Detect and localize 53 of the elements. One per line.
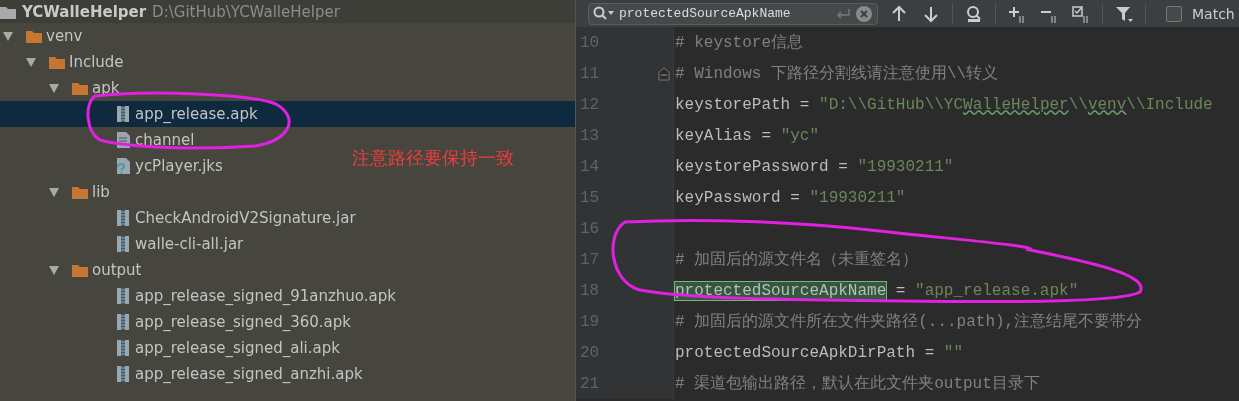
- enter-icon: [835, 6, 851, 21]
- folder-icon: [72, 262, 88, 278]
- tree-item[interactable]: app_release_signed_ali.apk: [0, 335, 340, 361]
- archive-file-icon: [115, 340, 131, 356]
- tree-item[interactable]: apk: [0, 75, 120, 101]
- archive-file-icon: [115, 366, 131, 382]
- folder-icon: [26, 28, 42, 44]
- project-name: YCWalleHelper: [22, 2, 147, 21]
- code-line: keyPassword = "19930211": [674, 188, 906, 207]
- code-line: # 渠道包输出路径，默认在此文件夹output目录下: [674, 373, 1040, 394]
- expanded-arrow-icon: [25, 56, 37, 68]
- tree-item[interactable]: lib: [0, 179, 110, 205]
- tree-item[interactable]: channel: [0, 127, 195, 153]
- search-input[interactable]: protectedSourceApkName: [619, 6, 831, 21]
- tree-item[interactable]: output: [0, 257, 142, 283]
- folder-icon: [49, 54, 65, 70]
- archive-file-icon: [115, 106, 131, 122]
- tree-item[interactable]: ycPlayer.jks: [0, 153, 223, 179]
- clear-icon: [855, 4, 873, 23]
- expanded-arrow-icon: [48, 82, 60, 94]
- code-line: protectedSourceApkName = "app_release.apk": [674, 281, 1079, 300]
- tree-item[interactable]: app_release_signed_360.apk: [0, 309, 351, 335]
- tree-item[interactable]: walle-cli-all.jar: [0, 231, 244, 257]
- expanded-arrow-icon: [48, 186, 60, 198]
- expanded-arrow-icon: [48, 264, 60, 276]
- expanded-arrow-icon: [2, 30, 14, 42]
- folder-icon: [72, 184, 88, 200]
- unknown-file-icon: [115, 158, 131, 174]
- code-line: keystorePath = "D:\\GitHub\\YCWalleHelper\\venv\\Include: [674, 95, 1213, 114]
- checkbox-label[interactable]: Match: [1192, 5, 1235, 22]
- tree-item[interactable]: app_release_signed_anzhi.apk: [0, 361, 363, 387]
- archive-file-icon: [115, 210, 131, 226]
- tree-item[interactable]: app_release.apk: [0, 101, 575, 127]
- archive-file-icon: [115, 236, 131, 252]
- tree-item[interactable]: venv: [0, 23, 83, 49]
- project-path: D:\GitHub\YCWalleHelper: [152, 2, 340, 21]
- tree-item[interactable]: CheckAndroidV2Signature.jar: [0, 205, 356, 231]
- tree-item[interactable]: Include: [0, 49, 124, 75]
- search-icon: [593, 5, 615, 22]
- search-field[interactable]: protectedSourceApkName: [588, 2, 878, 25]
- code-line: protectedSourceApkDirPath = "": [674, 343, 964, 362]
- tree-item[interactable]: app_release_signed_91anzhuo.apk: [0, 283, 396, 309]
- code-line: # Windows 下路径分割线请注意使用\\转义: [674, 63, 999, 84]
- folder-icon: [72, 80, 88, 96]
- code-line: keystorePassword = "19930211": [674, 157, 954, 176]
- archive-file-icon: [115, 314, 131, 330]
- code-line: # 加固后的源文件名（未重签名）: [674, 249, 919, 270]
- checkbox[interactable]: [1166, 5, 1182, 22]
- code-line: # 加固后的源文件所在文件夹路径(...path),注意结尾不要带分: [674, 311, 1143, 332]
- archive-file-icon: [115, 288, 131, 304]
- code-line: # keystore信息: [674, 33, 803, 53]
- code-line: keyAlias = "yc": [674, 126, 820, 145]
- annotation-note: 注意路径要保持一致: [352, 146, 514, 170]
